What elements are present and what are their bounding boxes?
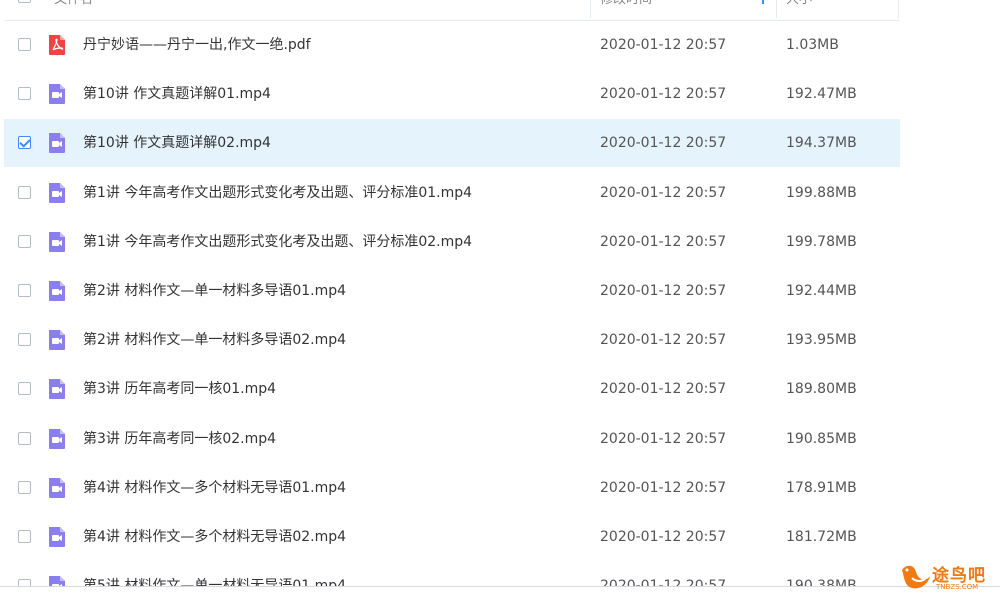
file-size: 192.44MB [786, 283, 857, 299]
table-row[interactable]: 第4讲 材料作文—多个材料无导语01.mp4 2020-01-12 20:57 17… [4, 464, 900, 512]
watermark-logo: 途鸟吧 TNBZS.COM [898, 560, 998, 594]
watermark-subtext: TNBZS.COM [936, 583, 979, 591]
file-name[interactable]: 第4讲 材料作文—多个材料无导语02.mp4 [83, 513, 346, 561]
table-row[interactable]: 丹宁妙语——丹宁一出,作文一绝.pdf 2020-01-12 20:57 1.03M… [4, 21, 900, 69]
table-row[interactable]: 第1讲 今年高考作文出题形式变化考及出题、评分标准02.mp4 2020-01-1… [4, 218, 900, 266]
video-icon [47, 182, 67, 204]
row-checkbox[interactable] [18, 382, 31, 396]
table-row[interactable]: 第3讲 历年高考同一核02.mp4 2020-01-12 20:57 190.85M… [4, 415, 900, 463]
table-row[interactable]: 第10讲 作文真题详解01.mp4 2020-01-12 20:57 192.47M… [4, 70, 900, 118]
file-size: 193.95MB [786, 332, 857, 349]
table-row[interactable]: 第4讲 材料作文—多个材料无导语02.mp4 2020-01-12 20:57 18… [4, 513, 900, 561]
row-checkbox[interactable] [18, 185, 31, 199]
file-name[interactable]: 第2讲 材料作文—单一材料多导语02.mp4 [83, 316, 346, 364]
video-icon [47, 329, 67, 351]
file-modified-time: 2020-01-12 20:57 [600, 381, 727, 398]
row-checkbox[interactable] [18, 431, 31, 445]
file-size: 178.91MB [786, 479, 857, 496]
file-name[interactable]: 第3讲 历年高考同一核01.mp4 [83, 365, 276, 413]
file-modified-time: 2020-01-12 20:57 [600, 37, 727, 53]
column-divider[interactable] [898, 0, 899, 18]
bird-logo-icon [902, 565, 930, 589]
row-checkbox[interactable] [18, 87, 31, 101]
file-modified-time: 2020-01-12 20:57 [600, 86, 727, 103]
video-icon [47, 378, 67, 400]
row-checkbox[interactable] [18, 136, 31, 150]
file-name[interactable]: 第1讲 今年高考作文出题形式变化考及出题、评分标准02.mp4 [83, 218, 472, 266]
table-row[interactable]: 第3讲 历年高考同一核01.mp4 2020-01-12 20:57 189.80M… [4, 365, 900, 413]
file-name[interactable]: 第1讲 今年高考作文出题形式变化考及出题、评分标准01.mp4 [83, 169, 472, 217]
file-name[interactable]: 第2讲 材料作文—单一材料多导语01.mp4 [83, 267, 346, 315]
file-name[interactable]: 第10讲 作文真题详解02.mp4 [83, 119, 271, 167]
file-size: 192.47MB [786, 86, 857, 103]
file-name[interactable]: 第3讲 历年高考同一核02.mp4 [83, 415, 276, 463]
column-divider[interactable] [776, 0, 777, 18]
video-icon [47, 280, 67, 302]
row-checkbox[interactable] [18, 38, 31, 51]
file-modified-time: 2020-01-12 20:57 [600, 184, 727, 201]
row-checkbox[interactable] [18, 284, 31, 297]
table-row[interactable]: 第2讲 材料作文—单一材料多导语02.mp4 2020-01-12 20:57 19… [4, 316, 900, 364]
select-all-checkbox[interactable] [18, 0, 31, 3]
file-modified-time: 2020-01-12 20:57 [600, 135, 727, 152]
table-row[interactable]: 第2讲 材料作文—单一材料多导语01.mp4 2020-01-12 20:57 19… [4, 267, 900, 315]
video-icon [47, 132, 67, 154]
file-modified-time: 2020-01-12 20:57 [600, 332, 727, 349]
list-bottom-border [0, 586, 1000, 598]
file-size: 199.88MB [786, 184, 857, 201]
file-size: 189.80MB [786, 381, 857, 398]
column-header-name[interactable]: 文件名 [54, 0, 93, 10]
video-icon [47, 231, 67, 253]
file-size: 181.72MB [786, 529, 857, 545]
file-name[interactable]: 丹宁妙语——丹宁一出,作文一绝.pdf [83, 21, 311, 69]
column-header-modified[interactable]: 修改时间 [600, 0, 652, 10]
file-modified-time: 2020-01-12 20:57 [600, 283, 727, 299]
pdf-icon [47, 34, 67, 56]
table-row[interactable]: 第1讲 今年高考作文出题形式变化考及出题、评分标准01.mp4 2020-01-1… [4, 169, 900, 217]
file-name[interactable]: 第10讲 作文真题详解01.mp4 [83, 70, 271, 118]
file-modified-time: 2020-01-12 20:57 [600, 430, 727, 447]
file-size: 194.37MB [786, 135, 857, 152]
file-modified-time: 2020-01-12 20:57 [600, 529, 727, 545]
video-icon [47, 477, 67, 499]
column-header-size[interactable]: 大小 [786, 0, 812, 10]
file-size: 1.03MB [786, 37, 839, 53]
file-browser: 文件名 修改时间 大小 丹宁妙语——丹宁一出,作文一绝.pdf 2020-01-1… [0, 0, 1000, 598]
table-row[interactable]: 第10讲 作文真题详解02.mp4 2020-01-12 20:57 194.37M… [4, 119, 900, 168]
row-checkbox[interactable] [18, 480, 31, 494]
row-checkbox[interactable] [18, 333, 31, 347]
file-size: 190.85MB [786, 430, 857, 447]
column-divider[interactable] [590, 0, 591, 18]
video-icon [47, 428, 67, 450]
video-icon [47, 83, 67, 105]
file-size: 199.78MB [786, 233, 857, 250]
file-name[interactable]: 第4讲 材料作文—多个材料无导语01.mp4 [83, 464, 346, 512]
sort-arrow-icon [762, 0, 764, 4]
row-checkbox[interactable] [18, 530, 31, 543]
file-modified-time: 2020-01-12 20:57 [600, 479, 727, 496]
video-icon [47, 526, 67, 548]
list-header: 文件名 修改时间 大小 [4, 0, 900, 21]
file-modified-time: 2020-01-12 20:57 [600, 233, 727, 250]
row-checkbox[interactable] [18, 234, 31, 248]
file-list: 文件名 修改时间 大小 丹宁妙语——丹宁一出,作文一绝.pdf 2020-01-1… [4, 0, 900, 598]
